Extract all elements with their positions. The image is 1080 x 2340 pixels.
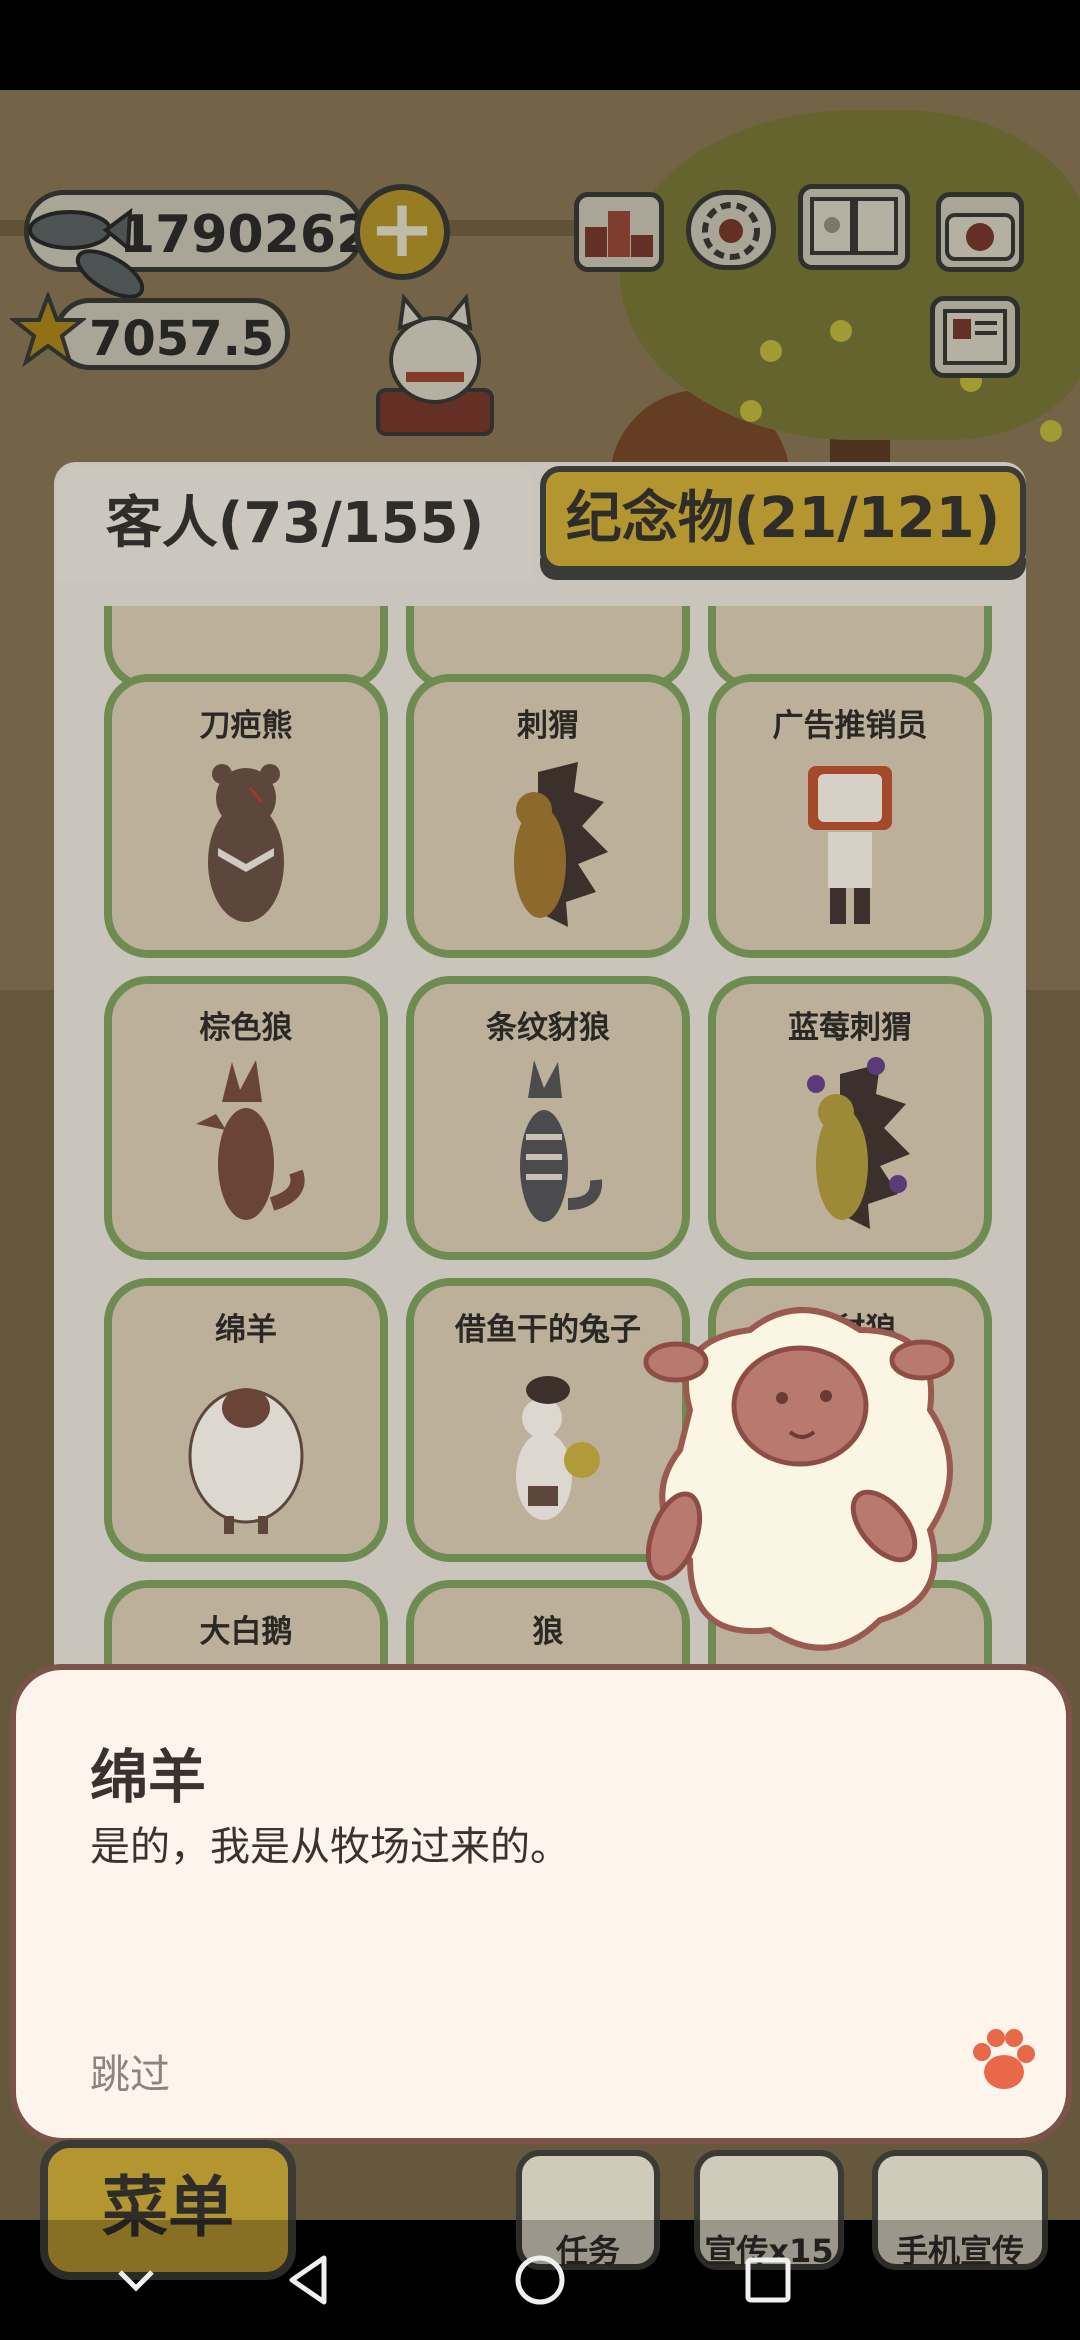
guest-name: 蓝莓刺猬: [788, 1010, 912, 1046]
status-bar: [0, 0, 1080, 90]
guest-card[interactable]: 蓝莓刺猬: [708, 976, 992, 1260]
guest-card[interactable]: 刺猬: [406, 674, 690, 958]
guest-name: 广告推销员: [772, 708, 928, 744]
rabbit-icon: [516, 1376, 600, 1520]
guest-card[interactable]: 刀疤熊: [104, 674, 388, 958]
striped-jackal-icon: [520, 1060, 603, 1222]
recents-icon[interactable]: [736, 2248, 800, 2312]
tab-souvenirs[interactable]: 纪念物(21/121): [540, 466, 1026, 572]
guest-name: 刺猬: [517, 708, 579, 744]
sheep-icon: [188, 1388, 304, 1534]
guest-name: 绵羊: [215, 1312, 277, 1348]
guest-card[interactable]: 大白鹅: [104, 1580, 388, 1666]
dialog-speaker: 绵羊: [90, 1743, 207, 1811]
paw-icon[interactable]: [966, 2026, 1036, 2096]
guest-name: 棕色狼: [199, 1010, 293, 1046]
guest-card[interactable]: 棕色狼: [104, 976, 388, 1260]
hedgehog-icon: [514, 762, 608, 927]
guest-card[interactable]: 条纹豺狼: [406, 976, 690, 1260]
dialog-text: 是的，我是从牧场过来的。: [90, 1824, 570, 1870]
home-icon[interactable]: [508, 2248, 572, 2312]
dialog-box[interactable]: 绵羊 是的，我是从牧场过来的。 跳过: [10, 1664, 1072, 2144]
chevron-down-icon[interactable]: [104, 2248, 168, 2312]
guest-name: 大白鹅: [199, 1614, 293, 1650]
scarred-bear-icon: [208, 764, 284, 922]
guest-name: 刀疤熊: [199, 708, 293, 744]
sheep-character: [643, 1307, 955, 1651]
brown-wolf-icon: [196, 1060, 305, 1220]
guest-card[interactable]: 广告推销员: [708, 674, 992, 958]
guest-name: 条纹豺狼: [486, 1010, 610, 1046]
tab-guests[interactable]: 客人(73/155): [56, 466, 534, 582]
guest-card[interactable]: 绵羊: [104, 1278, 388, 1562]
tv-head-salesman-icon: [808, 766, 892, 924]
blueberry-hedgehog-icon: [807, 1057, 910, 1229]
skip-button[interactable]: 跳过: [90, 2042, 170, 2100]
back-icon[interactable]: [276, 2248, 340, 2312]
